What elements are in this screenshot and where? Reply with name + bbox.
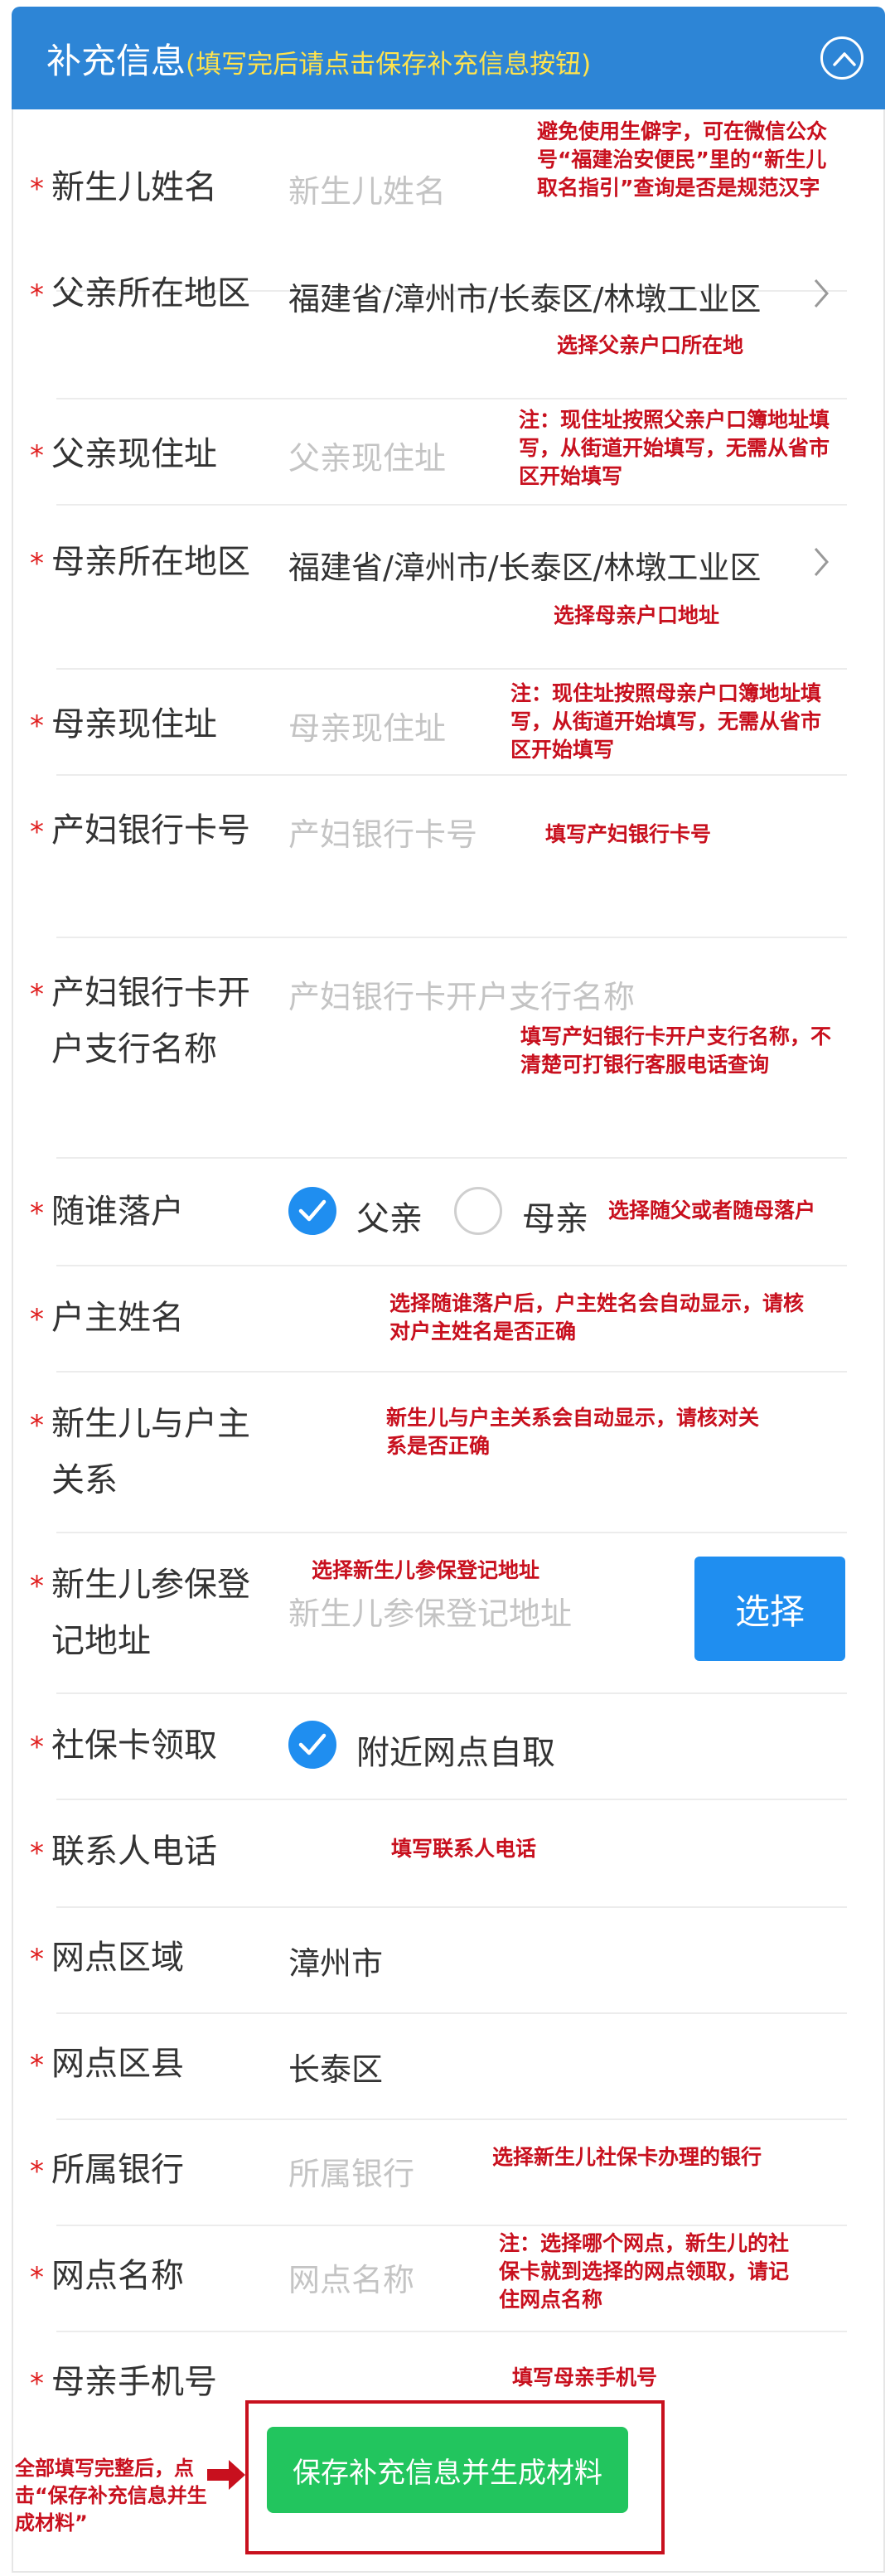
label-householder-name: * 户主姓名 (30, 1290, 282, 1346)
note-relation: 新生儿与户主关系会自动显示，请核对关系是否正确 (386, 1406, 760, 1458)
note-contact-phone: 填写联系人电话 (391, 1837, 537, 1861)
arrow-right-icon (207, 2460, 245, 2490)
row-divider (56, 2331, 847, 2332)
note-householder-name: 选择随谁落户后，户主姓名会自动显示，请核对户主姓名是否正确 (389, 1291, 805, 1344)
row-divider (56, 2225, 847, 2226)
option-father-label[interactable]: 父亲 (356, 1192, 423, 1240)
row-divider (56, 2118, 847, 2120)
chevron-right-icon[interactable] (812, 545, 830, 579)
option-mother-label[interactable]: 母亲 (522, 1192, 588, 1240)
note-insurance-address: 选择新生儿参保登记地址 (312, 1558, 540, 1582)
save-generate-button[interactable]: 保存补充信息并生成材料 (267, 2427, 628, 2513)
label-card-pickup: * 社保卡领取 (30, 1717, 282, 1774)
note-father-region: 选择父亲户口所在地 (557, 333, 744, 357)
required-star: * (30, 2155, 44, 2188)
insurance-address-input[interactable]: 新生儿参保登记地址 (288, 1588, 572, 1634)
required-star: * (30, 1731, 44, 1764)
chevron-up-circle-icon (833, 52, 856, 66)
row-divider (56, 1799, 847, 1800)
required-star: * (30, 278, 44, 312)
required-star: * (30, 1837, 44, 1870)
bank-card-input[interactable]: 产妇银行卡号 (288, 809, 477, 855)
bank-input[interactable]: 所属银行 (288, 2148, 414, 2194)
label-outlet-area: * 网点区域 (30, 1930, 282, 1986)
label-mother-address: * 母亲现住址 (30, 696, 282, 753)
label-baby-name: * 新生儿姓名 (30, 159, 282, 215)
bank-branch-input[interactable]: 产妇银行卡开户支行名称 (288, 971, 635, 1017)
check-circle-icon (298, 1733, 327, 1755)
radio-pickup-checked[interactable] (288, 1721, 336, 1769)
row-divider (56, 1906, 847, 1908)
row-divider (56, 1692, 847, 1694)
required-star: * (30, 1303, 44, 1336)
required-star: * (30, 1570, 44, 1603)
label-mother-phone: * 母亲手机号 (30, 2354, 282, 2410)
required-star: * (30, 2049, 44, 2082)
label-bank-card: * 产妇银行卡号 (30, 802, 282, 859)
father-address-input[interactable]: 父亲现住址 (288, 433, 446, 478)
required-star: * (30, 439, 44, 472)
label-bank-branch: * 产妇银行卡开户支行名称 (30, 965, 282, 1077)
note-save: 全部填写完整后，点击“保存补充信息并生成材料” (15, 2457, 207, 2535)
check-circle-icon (298, 1199, 327, 1222)
father-region-select[interactable]: 福建省/漳州市/长泰区/林墩工业区 (288, 274, 761, 319)
radio-father-checked[interactable] (288, 1187, 336, 1235)
note-father-address: 注：现住址按照父亲户口簿地址填写，从街道开始填写，无需从省市区开始填写 (519, 408, 830, 488)
row-divider (56, 1371, 847, 1373)
row-divider (56, 774, 847, 776)
label-outlet-county: * 网点区县 (30, 2036, 282, 2092)
note-mother-address: 注：现住址按照母亲户口簿地址填写，从街道开始填写，无需从省市区开始填写 (510, 681, 822, 762)
label-household-follow: * 随谁落户 (30, 1184, 282, 1240)
row-divider (56, 1265, 847, 1266)
note-mother-phone: 填写母亲手机号 (512, 2365, 658, 2390)
collapse-button[interactable] (820, 36, 864, 80)
label-father-address: * 父亲现住址 (30, 426, 282, 482)
chevron-right-icon[interactable] (812, 277, 830, 310)
note-bank-card: 填写产妇银行卡号 (545, 822, 712, 846)
select-address-button[interactable]: 选择 (694, 1557, 845, 1661)
row-divider (56, 2012, 847, 2014)
note-household-follow: 选择随父或者随母落户 (608, 1198, 816, 1223)
header-subtitle: (填写完后请点击保存补充信息按钮) (186, 50, 592, 80)
outlet-name-input[interactable]: 网点名称 (288, 2254, 414, 2300)
note-bank-branch: 填写产妇银行卡开户支行名称，不清楚可打银行客服电话查询 (520, 1024, 832, 1077)
section-header: 补充信息(填写完后请点击保存补充信息按钮) (12, 7, 885, 109)
required-star: * (30, 978, 44, 1011)
required-star: * (30, 547, 44, 580)
row-divider (56, 398, 847, 399)
note-outlet-name: 注：选择哪个网点，新生儿的社保卡就到选择的网点领取，请记住网点名称 (499, 2231, 790, 2312)
mother-address-input[interactable]: 母亲现住址 (288, 703, 446, 748)
required-star: * (30, 172, 44, 206)
header-title-text: 补充信息 (46, 41, 186, 81)
note-mother-region: 选择母亲户口地址 (554, 603, 720, 627)
row-divider (56, 504, 847, 506)
label-relation: * 新生儿与户主关系 (30, 1396, 282, 1508)
required-star: * (30, 2367, 44, 2400)
mother-region-select[interactable]: 福建省/漳州市/长泰区/林墩工业区 (288, 542, 761, 588)
required-star: * (30, 1943, 44, 1976)
row-divider (56, 1532, 847, 1533)
required-star: * (30, 1409, 44, 1442)
row-divider (56, 668, 847, 670)
label-father-region: * 父亲所在地区 (30, 265, 282, 322)
row-divider (56, 937, 847, 938)
outlet-area-value[interactable]: 漳州市 (288, 1938, 383, 1983)
label-insurance-address: * 新生儿参保登记地址 (30, 1557, 282, 1669)
radio-mother[interactable] (454, 1187, 502, 1235)
option-pickup-label[interactable]: 附近网点自取 (356, 1726, 555, 1774)
required-star: * (30, 709, 44, 743)
label-mother-region: * 母亲所在地区 (30, 534, 282, 590)
label-contact-phone: * 联系人电话 (30, 1823, 282, 1880)
label-bank: * 所属银行 (30, 2142, 282, 2198)
required-star: * (30, 2261, 44, 2294)
row-divider (56, 1157, 847, 1159)
note-bank: 选择新生儿社保卡办理的银行 (492, 2145, 762, 2169)
note-baby-name: 避免使用生僻字，可在微信公众号“福建治安便民”里的“新生儿取名指引”查询是否是规… (537, 119, 828, 200)
label-outlet-name: * 网点名称 (30, 2248, 282, 2304)
required-star: * (30, 816, 44, 849)
outlet-county-value[interactable]: 长泰区 (288, 2044, 383, 2089)
required-star: * (30, 1197, 44, 1230)
baby-name-input[interactable]: 新生儿姓名 (288, 166, 446, 211)
section-title: 补充信息(填写完后请点击保存补充信息按钮) (46, 33, 591, 84)
